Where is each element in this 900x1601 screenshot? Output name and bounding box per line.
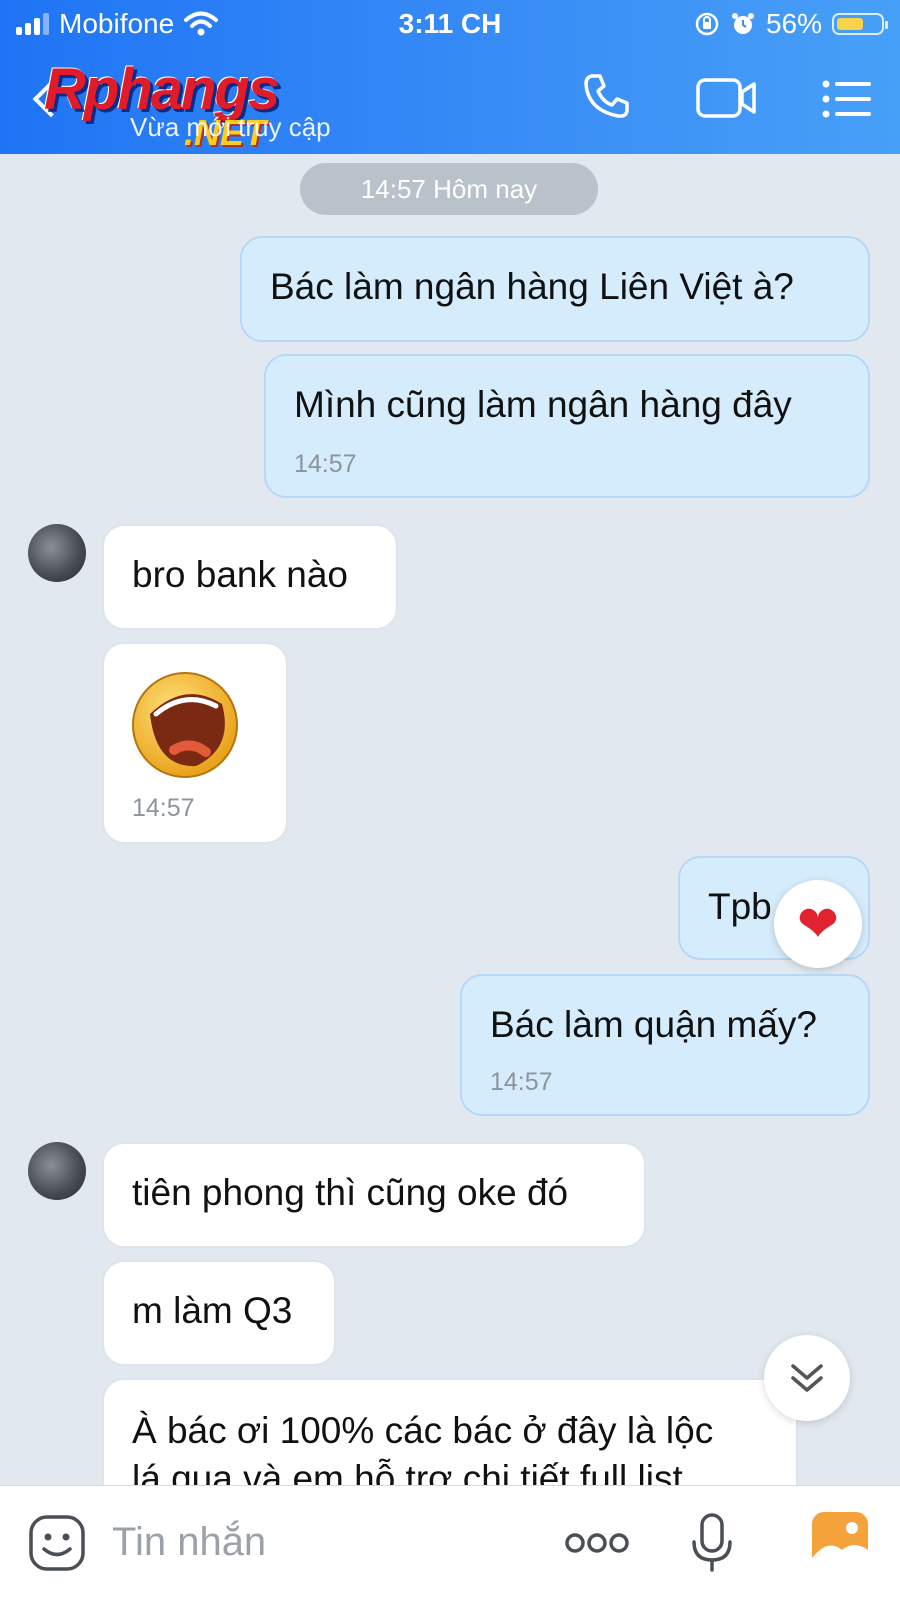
battery-icon (832, 13, 888, 35)
video-icon[interactable] (696, 78, 758, 118)
message-composer: Tin nhắn (0, 1485, 900, 1601)
contact-status: Vừa mới truy cập (130, 112, 331, 142)
heart-reaction[interactable]: ❤ (774, 880, 862, 968)
more-icon[interactable] (564, 1530, 630, 1556)
rotation-lock-icon (695, 12, 719, 36)
laughing-face-sticker (132, 672, 238, 778)
message-text: bro bank nào (132, 554, 349, 595)
message-text: tiên phong thì cũng oke đó (132, 1172, 569, 1213)
chevron-down-icon (791, 1364, 823, 1392)
message-time: 14:57 (132, 794, 195, 822)
status-right: 56% (694, 8, 888, 40)
message-text: Mình cũng làm ngân hàng đây (294, 384, 792, 425)
date-divider: 14:57 Hôm nay (300, 163, 598, 215)
message-bubble-out[interactable]: Bác làm ngân hàng Liên Việt à? (240, 236, 870, 342)
mic-icon[interactable] (690, 1512, 734, 1574)
message-bubble-out[interactable]: Bác làm quận mấy? 14:57 (460, 974, 870, 1116)
message-bubble-in[interactable]: m làm Q3 (102, 1260, 336, 1366)
heart-icon: ❤ (797, 896, 839, 952)
phone-icon[interactable] (582, 72, 630, 120)
alarm-icon (731, 13, 754, 34)
message-text: Tpb (708, 886, 772, 927)
message-text: m làm Q3 (132, 1290, 293, 1331)
message-time: 14:57 (490, 1068, 553, 1096)
avatar[interactable] (28, 524, 86, 582)
sticker-bubble[interactable]: 14:57 (102, 642, 288, 844)
menu-icon[interactable] (822, 80, 872, 118)
emoji-icon[interactable] (28, 1514, 86, 1572)
message-bubble-in[interactable]: tiên phong thì cũng oke đó (102, 1142, 646, 1248)
image-icon[interactable] (810, 1510, 870, 1570)
message-text-line-1: À bác ơi 100% các bác ở đây là lộc (132, 1410, 714, 1451)
message-text: Bác làm ngân hàng Liên Việt à? (270, 266, 794, 307)
message-time: 14:57 (294, 450, 357, 478)
avatar[interactable] (28, 1142, 86, 1200)
scroll-down-button[interactable] (764, 1335, 850, 1421)
chat-header: Mobifone 3:11 CH 56% Rphangs .NET Vừa mớ… (0, 0, 900, 154)
message-bubble-out[interactable]: Mình cũng làm ngân hàng đây 14:57 (264, 354, 870, 498)
battery-percent: 56% (765, 8, 822, 39)
message-text: Bác làm quận mấy? (490, 1004, 818, 1045)
message-bubble-in[interactable]: bro bank nào (102, 524, 398, 630)
message-input[interactable]: Tin nhắn (112, 1520, 266, 1565)
